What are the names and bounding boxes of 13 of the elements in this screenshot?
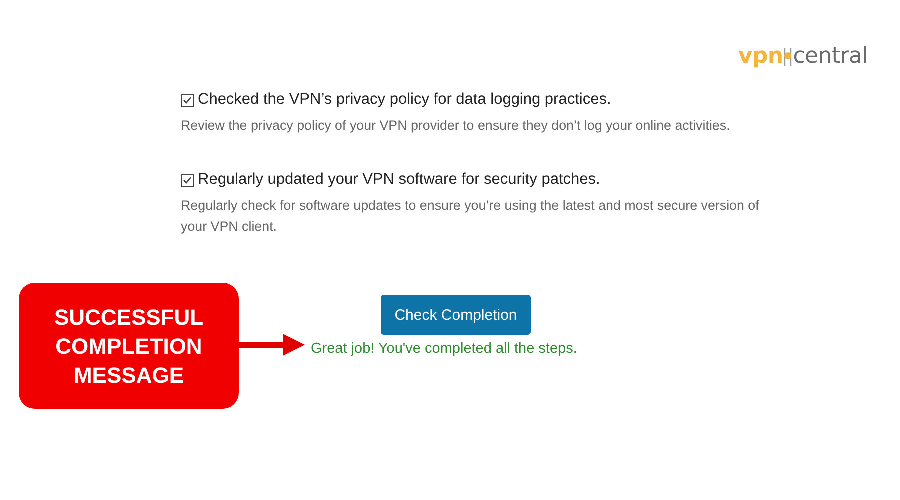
callout-arrow [239, 334, 305, 356]
pin-icon [783, 46, 794, 68]
checklist-title: Checked the VPN’s privacy policy for data logging practices. [198, 90, 612, 110]
checked-checkbox[interactable] [181, 94, 194, 106]
success-message: Great job! You've completed all the steps. [311, 340, 578, 359]
checked-checkbox[interactable] [181, 174, 194, 186]
checklist-description: Review the privacy policy of your VPN provider to ensure they don’t log your online activities. [181, 117, 732, 135]
logo-text: central [793, 44, 868, 70]
check-completion-button[interactable]: Check Completion [380, 295, 532, 335]
callout-label: SUCCESSFUL COMPLETION MESSAGE [19, 283, 239, 409]
logo-text: vpn [738, 44, 784, 70]
checklist-title: Regularly updated your VPN software for security patches. [198, 170, 600, 190]
checklist-description: Regularly check for software updates to ensure you’re using the latest and most secure version of your VPN client. [181, 197, 760, 236]
